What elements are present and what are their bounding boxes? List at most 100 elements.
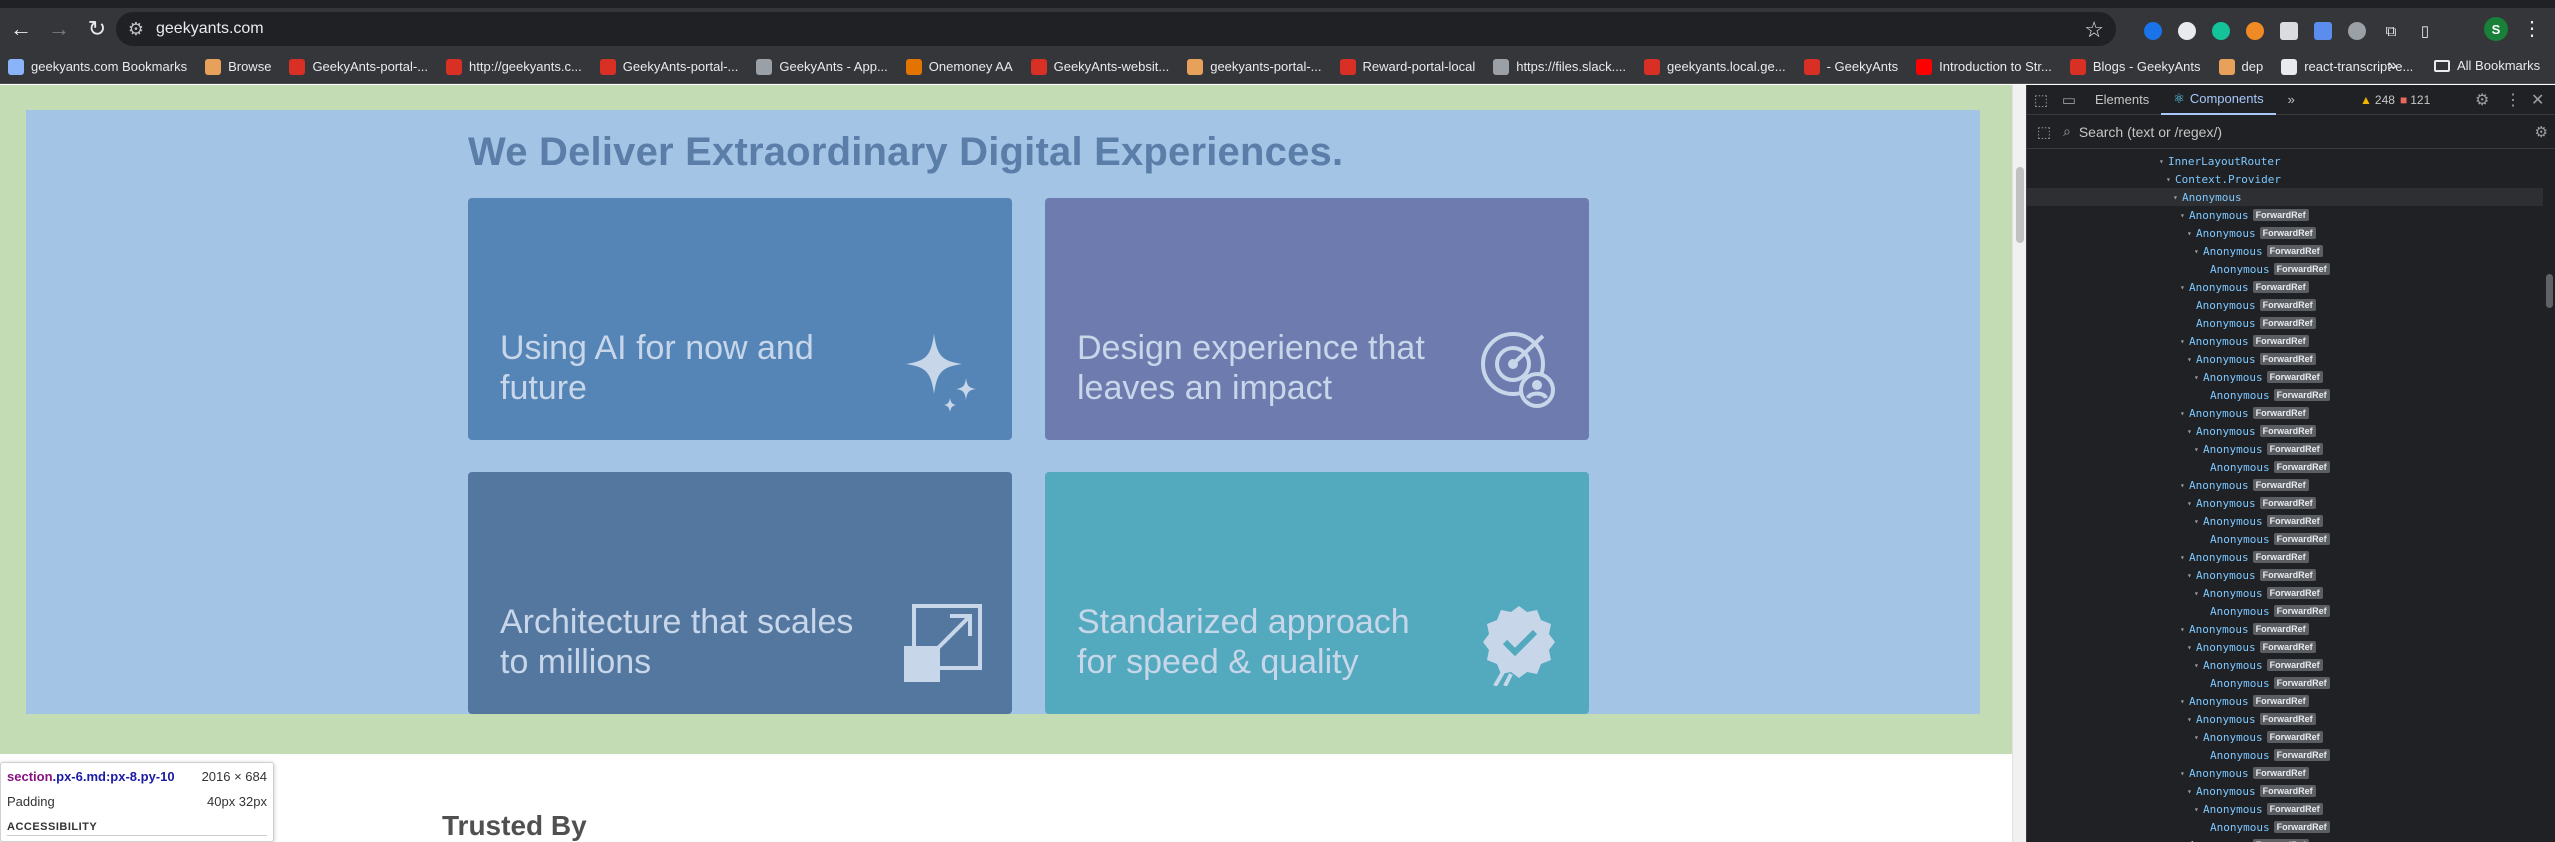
component-tree-node[interactable]: ▾AnonymousForwardRef (2027, 206, 2543, 224)
component-tree-node[interactable]: ▾AnonymousForwardRef (2027, 494, 2543, 512)
component-tree-node[interactable]: ▾AnonymousForwardRef (2027, 440, 2543, 458)
expand-arrow-icon[interactable]: ▾ (2187, 571, 2196, 580)
extension-icon[interactable] (2272, 20, 2306, 42)
expand-arrow-icon[interactable]: ▾ (2180, 337, 2189, 346)
expand-arrow-icon[interactable]: ▾ (2194, 445, 2203, 454)
extension-icon[interactable] (2238, 20, 2272, 42)
back-button[interactable]: ← (4, 12, 38, 46)
component-tree-node[interactable]: ▾AnonymousForwardRef (2027, 836, 2543, 842)
bookmark-item[interactable]: Blogs - GeekyAnts (2069, 58, 2201, 75)
expand-arrow-icon[interactable]: ▾ (2159, 157, 2168, 166)
warnings-count[interactable]: ▲ 248 (2360, 93, 2395, 107)
bookmark-item[interactable]: Introduction to Str... (1916, 58, 2052, 75)
bookmark-item[interactable]: GeekyAnts-portal-... (599, 58, 738, 75)
devtools-scrollbar-thumb[interactable] (2546, 274, 2553, 308)
address-bar[interactable]: ⚙ geekyants.com ☆ (116, 12, 2116, 46)
site-info-icon[interactable]: ⚙ (116, 19, 156, 40)
extension-icon[interactable] (2136, 20, 2170, 42)
bookmark-item[interactable]: - GeekyAnts (1803, 58, 1898, 75)
bookmark-item[interactable]: geekyants.com Bookmarks (8, 58, 187, 75)
component-tree-node[interactable]: Anonymous ForwardRef (2027, 746, 2543, 764)
expand-arrow-icon[interactable]: ▾ (2194, 517, 2203, 526)
bookmark-item[interactable]: Onemoney AA (905, 58, 1013, 75)
component-tree-node[interactable]: Anonymous ForwardRef (2027, 818, 2543, 836)
component-tree-node[interactable]: ▾ InnerLayoutRouter (2027, 152, 2543, 170)
component-tree-node[interactable]: Anonymous ForwardRef (2027, 602, 2543, 620)
component-tree-node[interactable]: ▾ Anonymous (2027, 188, 2543, 206)
page-scrollbar-thumb[interactable] (2016, 167, 2024, 243)
component-tree-node[interactable]: ▾AnonymousForwardRef (2027, 404, 2543, 422)
expand-arrow-icon[interactable]: ▾ (2194, 589, 2203, 598)
bookmark-item[interactable]: geekyants-portal-... (1187, 58, 1322, 75)
expand-arrow-icon[interactable]: ▾ (2187, 229, 2196, 238)
component-tree-node[interactable]: ▾AnonymousForwardRef (2027, 350, 2543, 368)
component-tree-node[interactable]: Anonymous ForwardRef (2027, 314, 2543, 332)
expand-arrow-icon[interactable]: ▾ (2180, 625, 2189, 634)
reload-button[interactable]: ↻ (80, 12, 114, 46)
bookmark-item[interactable]: GeekyAnts-websit... (1030, 58, 1169, 75)
component-tree-node[interactable]: ▾AnonymousForwardRef (2027, 692, 2543, 710)
component-tree-node[interactable]: ▾AnonymousForwardRef (2027, 422, 2543, 440)
component-tree-node[interactable]: Anonymous ForwardRef (2027, 386, 2543, 404)
component-tree-node[interactable]: ▾AnonymousForwardRef (2027, 710, 2543, 728)
bookmark-star-icon[interactable]: ☆ (2084, 17, 2104, 43)
expand-arrow-icon[interactable]: ▾ (2194, 247, 2203, 256)
puzzle-extensions-icon[interactable]: ⧉ (2374, 20, 2408, 42)
errors-count[interactable]: ■ 121 (2400, 93, 2430, 107)
forward-button[interactable]: → (42, 12, 76, 46)
expand-arrow-icon[interactable]: ▾ (2180, 283, 2189, 292)
device-toolbar-icon[interactable]: ▭ (2055, 85, 2083, 115)
component-tree-node[interactable]: ▾AnonymousForwardRef (2027, 656, 2543, 674)
expand-arrow-icon[interactable]: ▾ (2173, 193, 2182, 202)
close-devtools-icon[interactable]: ✕ (2531, 90, 2544, 110)
component-tree-node[interactable]: ▾AnonymousForwardRef (2027, 476, 2543, 494)
component-tree-node[interactable]: ▾AnonymousForwardRef (2027, 242, 2543, 260)
expand-arrow-icon[interactable]: ▾ (2180, 481, 2189, 490)
feature-card-design[interactable]: Design experience that leaves an impact (1045, 198, 1589, 440)
expand-arrow-icon[interactable]: ▾ (2194, 733, 2203, 742)
bookmark-item[interactable]: http://geekyants.c... (446, 58, 582, 75)
expand-arrow-icon[interactable]: ▾ (2187, 715, 2196, 724)
more-tabs-button[interactable]: » (2276, 85, 2307, 115)
extension-icon[interactable] (2306, 20, 2340, 42)
component-tree-node[interactable]: ▾AnonymousForwardRef (2027, 368, 2543, 386)
component-tree-node[interactable]: Anonymous ForwardRef (2027, 458, 2543, 476)
component-tree-node[interactable]: ▾AnonymousForwardRef (2027, 728, 2543, 746)
extension-icon[interactable] (2170, 20, 2204, 42)
expand-arrow-icon[interactable]: ▾ (2180, 553, 2189, 562)
component-tree-node[interactable]: ▾AnonymousForwardRef (2027, 548, 2543, 566)
devtools-scrollbar[interactable] (2543, 152, 2555, 842)
inspect-element-icon[interactable]: ⬚ (2027, 85, 2055, 115)
component-tree-node[interactable]: ▾AnonymousForwardRef (2027, 278, 2543, 296)
component-tree-node[interactable]: ▾AnonymousForwardRef (2027, 584, 2543, 602)
expand-arrow-icon[interactable]: ▾ (2194, 373, 2203, 382)
settings-gear-icon[interactable]: ⚙ (2475, 90, 2489, 110)
tab-elements[interactable]: Elements (2083, 85, 2161, 115)
component-tree-node[interactable]: ▾AnonymousForwardRef (2027, 764, 2543, 782)
component-tree-node[interactable]: ▾AnonymousForwardRef (2027, 224, 2543, 242)
expand-arrow-icon[interactable]: ▾ (2180, 409, 2189, 418)
expand-arrow-icon[interactable]: ▾ (2194, 805, 2203, 814)
expand-arrow-icon[interactable]: ▾ (2194, 661, 2203, 670)
kebab-menu-icon[interactable]: ⋮ (2522, 16, 2542, 41)
page-scrollbar[interactable] (2012, 85, 2026, 842)
feature-card-ai[interactable]: Using AI for now and future (468, 198, 1012, 440)
expand-arrow-icon[interactable]: ▾ (2187, 787, 2196, 796)
component-tree-node[interactable]: Anonymous ForwardRef (2027, 530, 2543, 548)
component-tree-node[interactable]: ▾AnonymousForwardRef (2027, 566, 2543, 584)
component-tree-node[interactable]: ▾AnonymousForwardRef (2027, 638, 2543, 656)
bookmark-item[interactable]: Reward-portal-local (1339, 58, 1475, 75)
bookmark-item[interactable]: geekyants.local.ge... (1644, 58, 1786, 75)
all-bookmarks-button[interactable]: All Bookmarks (2434, 58, 2540, 73)
component-tree-node[interactable]: ▾AnonymousForwardRef (2027, 620, 2543, 638)
bookmark-item[interactable]: GeekyAnts - App... (756, 58, 888, 75)
expand-arrow-icon[interactable]: ▾ (2187, 643, 2196, 652)
extension-icon[interactable] (2340, 20, 2374, 42)
profile-avatar[interactable]: S (2484, 17, 2508, 41)
expand-arrow-icon[interactable]: ▾ (2187, 499, 2196, 508)
feature-card-architecture[interactable]: Architecture that scales to millions (468, 472, 1012, 714)
component-tree-node[interactable]: Anonymous ForwardRef (2027, 260, 2543, 278)
component-tree-node[interactable]: ▾AnonymousForwardRef (2027, 332, 2543, 350)
feature-card-standardized[interactable]: Standarized approach for speed & quality (1045, 472, 1589, 714)
bookmark-item[interactable]: dep (2218, 58, 2263, 75)
